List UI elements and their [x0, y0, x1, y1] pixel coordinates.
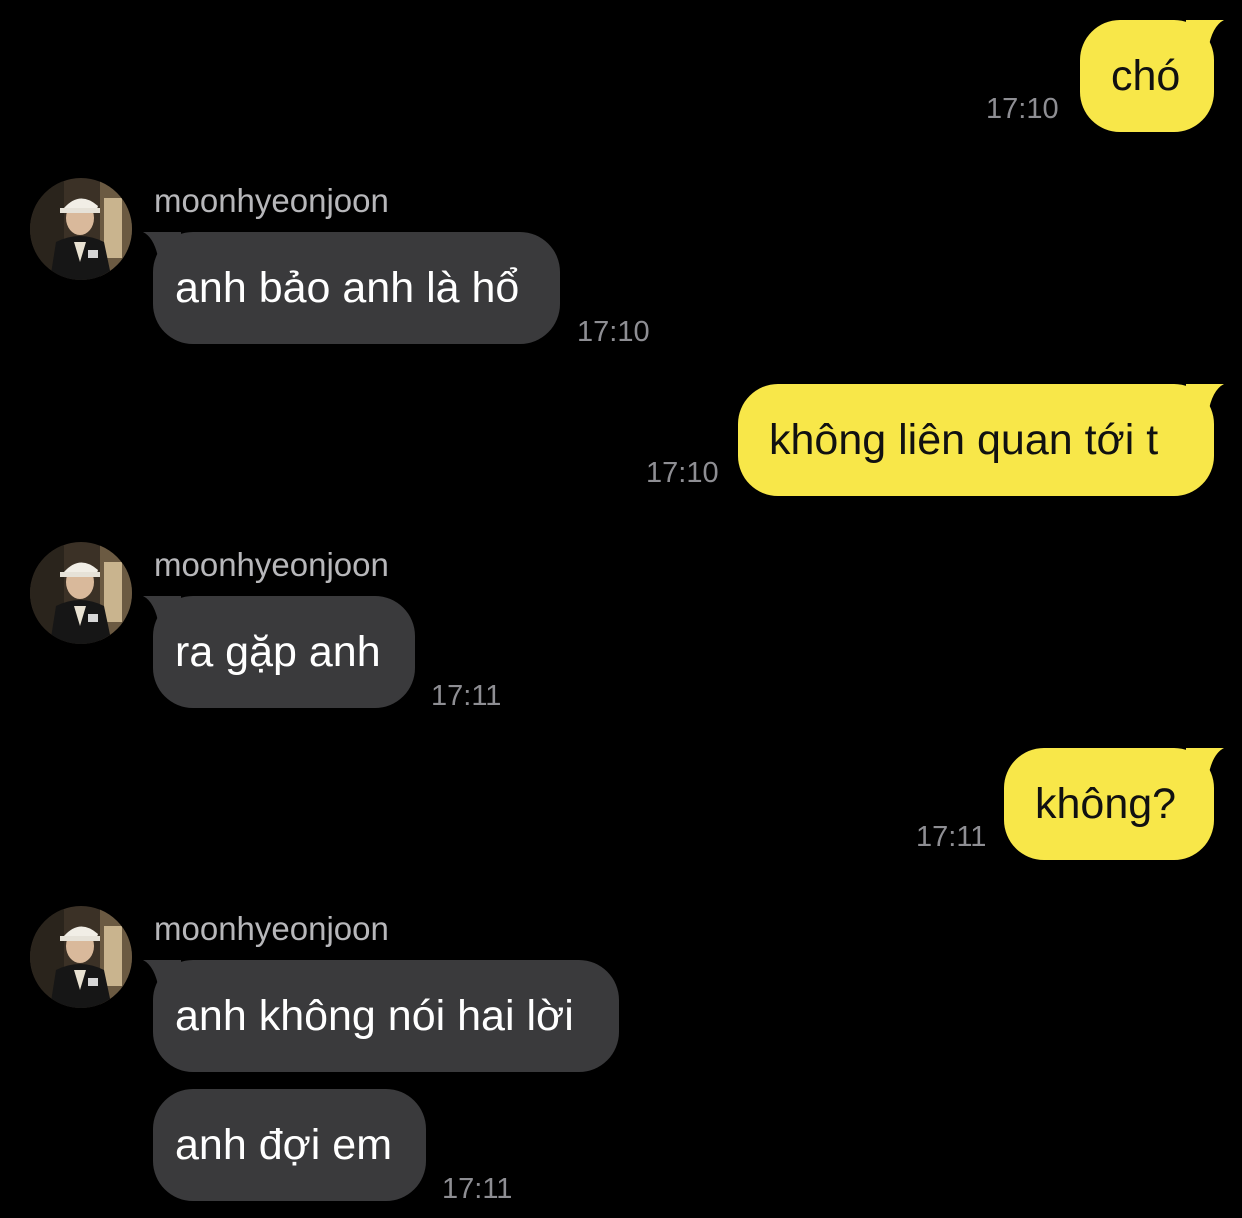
bubble-tail-icon	[143, 960, 181, 990]
outgoing-message-bubble[interactable]: chó	[1080, 20, 1224, 132]
sender-name: moonhyeonjoon	[154, 182, 389, 219]
contact-avatar[interactable]	[30, 542, 132, 644]
incoming-message-bubble[interactable]: anh bảo anh là hổ	[143, 232, 560, 344]
avatar-photo-icon	[30, 178, 132, 280]
bubble-tail-icon	[1186, 20, 1224, 50]
message-timestamp: 17:11	[916, 821, 987, 853]
message-text: không liên quan tới t	[769, 416, 1159, 464]
message-timestamp: 17:11	[431, 680, 502, 712]
bubble-tail-icon	[1186, 384, 1224, 414]
incoming-message-bubble[interactable]: anh đợi em	[153, 1089, 426, 1201]
message-text: anh không nói hai lời	[175, 992, 574, 1040]
contact-avatar[interactable]	[30, 906, 132, 1008]
sender-name: moonhyeonjoon	[154, 546, 389, 583]
message-text: không?	[1035, 780, 1177, 828]
message-timestamp: 17:10	[646, 457, 719, 489]
incoming-message-bubble[interactable]: anh không nói hai lời	[143, 960, 619, 1072]
outgoing-message-bubble[interactable]: không liên quan tới t	[738, 384, 1224, 496]
bubble-tail-icon	[143, 596, 181, 626]
bubble-tail-icon	[143, 232, 181, 262]
message-text: chó	[1111, 52, 1181, 100]
bubble-tail-icon	[1186, 748, 1224, 778]
message-text: anh đợi em	[175, 1121, 393, 1169]
sender-name: moonhyeonjoon	[154, 910, 389, 947]
message-timestamp: 17:11	[442, 1173, 513, 1205]
contact-avatar[interactable]	[30, 178, 132, 280]
message-timestamp: 17:10	[577, 316, 650, 348]
message-text: ra gặp anh	[175, 628, 381, 676]
avatar-photo-icon	[30, 906, 132, 1008]
avatar-photo-icon	[30, 542, 132, 644]
incoming-message-bubble[interactable]: ra gặp anh	[143, 596, 415, 708]
message-text: anh bảo anh là hổ	[175, 264, 520, 312]
outgoing-message-bubble[interactable]: không?	[1004, 748, 1224, 860]
message-timestamp: 17:10	[986, 93, 1059, 125]
